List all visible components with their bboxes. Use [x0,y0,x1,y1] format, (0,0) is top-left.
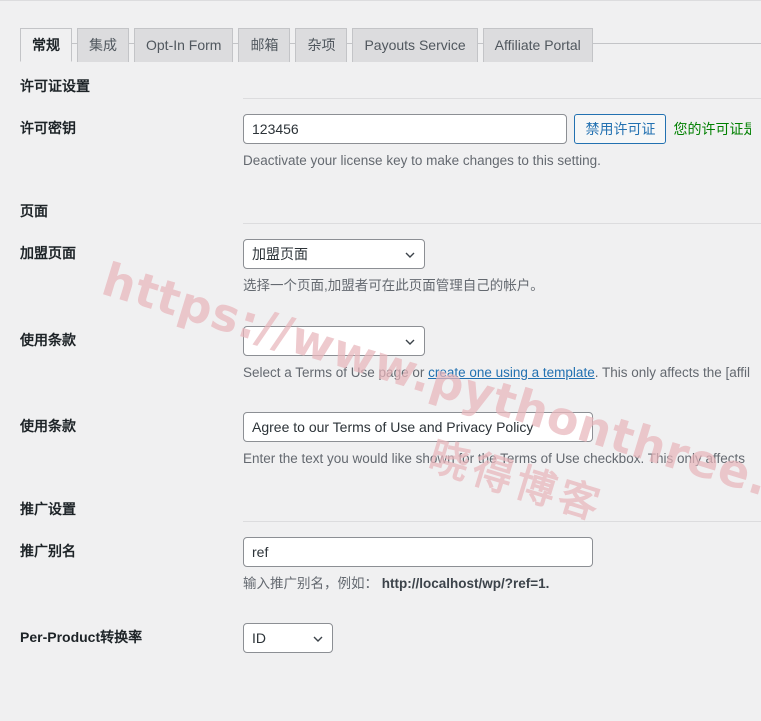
label-affiliate-page: 加盟页面 [20,244,76,261]
section-rule-promotion [243,484,761,522]
chevron-down-icon [405,339,415,345]
settings-form-table: 许可证设置 许可密钥 禁用许可证 您的许可证是 Deactivate your … [0,61,761,668]
tab-opt-in-form[interactable]: Opt-In Form [134,28,234,62]
license-key-description: Deactivate your license key to make chan… [243,153,601,169]
row-affiliate-page: 加盟页面 加盟页面 选择一个页面,加盟者可在此页面管理自己的帐户。 [0,224,761,311]
label-referral-slug: 推广别名 [20,542,76,559]
section-header-license: 许可证设置 [0,61,761,100]
row-referral-slug: 推广别名 输入推广别名，例如： http://localhost/wp/?ref… [0,522,761,609]
tab-affiliate-portal[interactable]: Affiliate Portal [482,28,593,62]
section-header-promotion: 推广设置 [0,484,761,522]
section-title-license: 许可证设置 [20,78,90,94]
terms-text-description: Enter the text you would like shown for … [243,451,745,467]
row-terms-text: 使用条款 Enter the text you would like shown… [0,397,761,484]
terms-page-desc-before: Select a Terms of Use page or [243,364,429,380]
chevron-down-icon [405,252,415,258]
affiliate-page-selected-value: 加盟页面 [252,245,308,262]
terms-page-select[interactable] [243,325,425,356]
label-per-product-rate: Per-Product转换率 [20,629,143,646]
tab-misc[interactable]: 杂项 [295,28,348,62]
terms-text-input[interactable] [243,412,593,443]
section-title-pages: 页面 [20,202,48,219]
referral-slug-example-url: http://localhost/wp/?ref=1. [381,575,550,591]
label-terms-page: 使用条款 [20,331,76,348]
row-license-key: 许可密钥 禁用许可证 您的许可证是 Deactivate your licens… [0,99,761,186]
create-template-link[interactable]: create one using a template [428,365,595,380]
license-key-controls: 禁用许可证 您的许可证是 [243,114,751,145]
section-header-pages: 页面 [0,186,761,224]
terms-page-desc-after: . This only affects the [affil [594,364,751,380]
referral-slug-desc-before: 输入推广别名，例如： [243,575,378,591]
tab-integrations[interactable]: 集成 [77,28,129,62]
settings-tab-bar: 常规 集成 Opt-In Form 邮箱 杂项 Payouts Service … [0,9,761,62]
row-per-product-rate: Per-Product转换率 ID [0,608,761,668]
label-terms-text: 使用条款 [20,418,76,435]
tab-emails[interactable]: 邮箱 [238,28,291,62]
license-status-text: 您的许可证是 [673,121,751,138]
deactivate-license-button[interactable]: 禁用许可证 [574,114,667,145]
top-strip [0,0,761,9]
affiliate-page-description: 选择一个页面,加盟者可在此页面管理自己的帐户。 [243,277,544,293]
referral-slug-description: 输入推广别名，例如： http://localhost/wp/?ref=1. [243,574,751,594]
chevron-down-icon [313,636,323,643]
tab-payouts-service[interactable]: Payouts Service [352,28,478,62]
section-rule-license [243,61,761,100]
row-terms-page: 使用条款 Select a Terms of Use page or creat… [0,311,761,398]
section-rule-pages [243,186,761,224]
per-product-rate-select[interactable]: ID [243,623,333,654]
referral-slug-input[interactable] [243,536,593,567]
label-license-key: 许可密钥 [20,120,76,137]
tab-general[interactable]: 常规 [20,28,72,62]
section-title-promotion: 推广设置 [20,500,76,517]
terms-page-description: Select a Terms of Use page or create one… [243,363,751,383]
affiliate-page-select[interactable]: 加盟页面 [243,238,425,269]
license-key-input[interactable] [243,114,568,145]
